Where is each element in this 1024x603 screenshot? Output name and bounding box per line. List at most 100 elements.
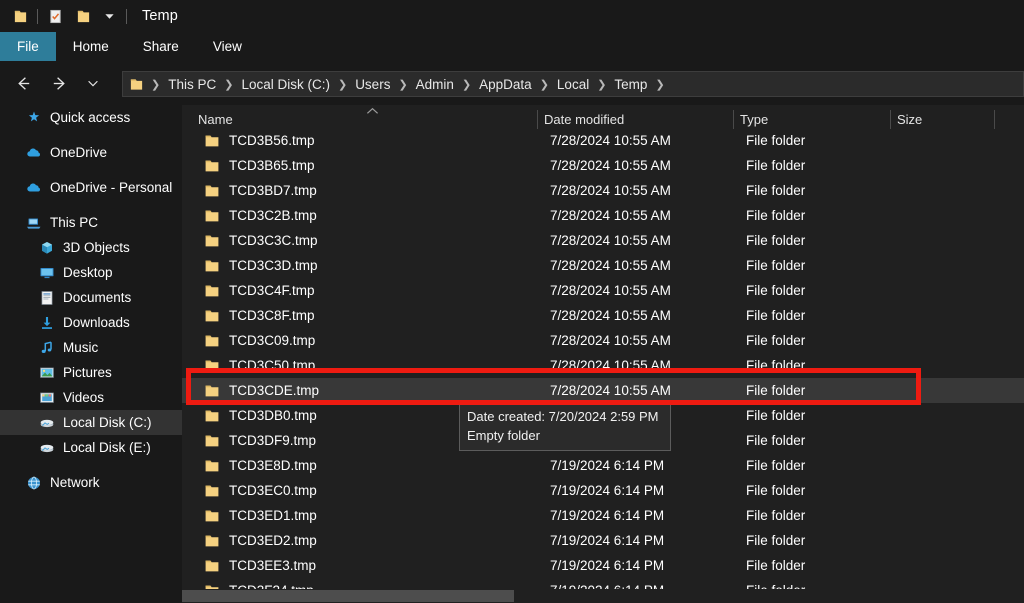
sidebar-item-music[interactable]: Music <box>0 335 182 360</box>
breadcrumb-chevron-2[interactable]: ❯ <box>331 78 354 91</box>
tooltip-empty-folder: Empty folder <box>467 426 663 445</box>
table-row[interactable]: TCD3C09.tmp 7/28/2024 10:55 AM File folder <box>182 328 1024 353</box>
sidebar-item-downloads[interactable]: Downloads <box>0 310 182 335</box>
table-row[interactable]: TCD3E8D.tmp7/19/2024 6:14 PMFile folder <box>182 453 1024 478</box>
table-row[interactable]: TCD3ED2.tmp7/19/2024 6:14 PMFile folder <box>182 528 1024 553</box>
breadcrumb-appdata[interactable]: AppData <box>478 77 533 92</box>
table-row[interactable]: TCD3C3D.tmp 7/28/2024 10:55 AM File folder <box>182 253 1024 278</box>
cell-date-modified: 7/28/2024 10:55 AM <box>550 158 671 173</box>
column-divider-2[interactable] <box>733 110 734 129</box>
tab-file[interactable]: File <box>0 32 56 61</box>
cell-date-modified: 7/28/2024 10:55 AM <box>550 358 671 373</box>
tab-view-label: View <box>213 39 242 54</box>
file-name-label: TCD3E8D.tmp <box>229 458 317 473</box>
sort-ascending-caret[interactable] <box>366 107 379 115</box>
table-row[interactable]: TCD3C3C.tmp7/28/2024 10:55 AMFile folder <box>182 228 1024 253</box>
file-name-label: TCD3BD7.tmp <box>229 183 317 198</box>
cell-type: File folder <box>746 333 805 348</box>
table-row[interactable]: TCD3C8F.tmp7/28/2024 10:55 AMFile folder <box>182 303 1024 328</box>
file-name-label: TCD3ED1.tmp <box>229 508 317 523</box>
breadcrumb-chevron-3[interactable]: ❯ <box>391 78 414 91</box>
sidebar-item-videos[interactable]: Videos <box>0 385 182 410</box>
breadcrumb-local-disk-c[interactable]: Local Disk (C:) <box>240 77 331 92</box>
sidebar-item-local-disk-e[interactable]: Local Disk (E:) <box>0 435 182 460</box>
cell-name: TCD3C3C.tmp <box>204 233 318 249</box>
nav-group-spacer <box>0 165 182 175</box>
sidebar-item-quick-access[interactable]: Quick access <box>0 105 182 130</box>
breadcrumb-admin[interactable]: Admin <box>415 77 455 92</box>
breadcrumb-chevron-6[interactable]: ❯ <box>590 78 613 91</box>
cell-date-modified: 7/28/2024 10:55 AM <box>550 333 671 348</box>
address-bar[interactable]: ❯ This PC ❯ Local Disk (C:) ❯ Users ❯ Ad… <box>122 71 1024 97</box>
cell-date-modified: 7/28/2024 10:55 AM <box>550 258 671 273</box>
sidebar-item-onedrive-personal[interactable]: OneDrive - Personal <box>0 175 182 200</box>
horizontal-scrollbar[interactable] <box>182 589 1024 603</box>
cell-date-modified: 7/28/2024 10:55 AM <box>550 283 671 298</box>
sidebar-item-3d-objects[interactable]: 3D Objects <box>0 235 182 260</box>
chevron-down-icon[interactable] <box>78 68 108 98</box>
tab-share[interactable]: Share <box>126 32 196 61</box>
breadcrumb-chevron-4[interactable]: ❯ <box>455 78 478 91</box>
breadcrumb-this-pc[interactable]: This PC <box>167 77 217 92</box>
tab-home[interactable]: Home <box>56 32 126 61</box>
cell-name: TCD3CDE.tmp <box>204 383 319 399</box>
horizontal-scrollbar-thumb[interactable] <box>182 590 514 602</box>
sidebar-item-pictures[interactable]: Pictures <box>0 360 182 385</box>
table-row[interactable]: TCD3ED1.tmp7/19/2024 6:14 PMFile folder <box>182 503 1024 528</box>
column-header-date-modified[interactable]: Date modified <box>544 105 624 134</box>
column-divider-4[interactable] <box>994 110 995 129</box>
computer-icon <box>25 214 43 231</box>
table-row[interactable]: TCD3C4F.tmp 7/28/2024 10:55 AM File folder <box>182 278 1024 303</box>
ribbon-tab-bar: File Home Share View <box>0 32 1024 61</box>
file-name-label: TCD3C4F.tmp <box>229 283 315 298</box>
breadcrumb-temp[interactable]: Temp <box>613 77 648 92</box>
cell-type: File folder <box>746 258 805 273</box>
table-row[interactable]: TCD3BD7.tmp7/28/2024 10:55 AMFile folder <box>182 178 1024 203</box>
sidebar-item-label: Pictures <box>63 365 112 380</box>
sidebar-item-desktop[interactable]: Desktop <box>0 260 182 285</box>
tab-view[interactable]: View <box>196 32 259 61</box>
column-header-type[interactable]: Type <box>740 105 768 134</box>
file-explorer-window: Temp File Home Share View <box>0 0 1024 603</box>
breadcrumb-chevron-0[interactable]: ❯ <box>144 78 167 91</box>
table-row[interactable]: TCD3B65.tmp7/28/2024 10:55 AMFile folder <box>182 153 1024 178</box>
breadcrumb-users[interactable]: Users <box>354 77 391 92</box>
sidebar-item-label: Music <box>63 340 98 355</box>
cell-type: File folder <box>746 508 805 523</box>
customize-dropdown-icon[interactable] <box>98 5 120 27</box>
back-arrow-icon[interactable] <box>8 68 38 98</box>
table-row[interactable]: TCD3C50.tmp7/28/2024 10:55 AMFile folder <box>182 353 1024 378</box>
tooltip-date-created: Date created: 7/20/2024 2:59 PM <box>467 407 663 426</box>
sidebar-item-network[interactable]: Network <box>0 470 182 495</box>
column-header-name[interactable]: Name <box>198 105 233 134</box>
file-name-label: TCD3C09.tmp <box>229 333 315 348</box>
sidebar-item-this-pc[interactable]: This PC <box>0 210 182 235</box>
column-header-size[interactable]: Size <box>897 105 922 134</box>
table-row[interactable]: TCD3EC0.tmp7/19/2024 6:14 PMFile folder <box>182 478 1024 503</box>
breadcrumb-chevron-7[interactable]: ❯ <box>648 78 671 91</box>
breadcrumb-chevron-1[interactable]: ❯ <box>217 78 240 91</box>
sidebar-item-label: Desktop <box>63 265 113 280</box>
new-folder-icon[interactable] <box>72 5 94 27</box>
sidebar-item-onedrive[interactable]: OneDrive <box>0 140 182 165</box>
table-row[interactable]: TCD3C2B.tmp7/28/2024 10:55 AMFile folder <box>182 203 1024 228</box>
column-divider-3[interactable] <box>890 110 891 129</box>
breadcrumb-chevron-5[interactable]: ❯ <box>533 78 556 91</box>
tab-home-label: Home <box>73 39 109 54</box>
folder-icon <box>9 5 31 27</box>
file-name-label: TCD3C3D.tmp <box>229 258 318 273</box>
column-divider-1[interactable] <box>537 110 538 129</box>
table-row[interactable]: TCD3EE3.tmp7/19/2024 6:14 PMFile folder <box>182 553 1024 578</box>
sidebar-item-label: Quick access <box>50 110 130 125</box>
breadcrumb-local[interactable]: Local <box>556 77 590 92</box>
forward-arrow-icon[interactable] <box>44 68 74 98</box>
sidebar-item-documents[interactable]: Documents <box>0 285 182 310</box>
table-row-selected[interactable]: TCD3CDE.tmp7/28/2024 10:55 AMFile folder <box>182 378 1024 403</box>
network-icon <box>25 474 43 491</box>
properties-icon[interactable] <box>44 5 66 27</box>
cell-type: File folder <box>746 283 805 298</box>
sidebar-item-local-disk-c[interactable]: Local Disk (C:) <box>0 410 182 435</box>
cell-type: File folder <box>746 133 805 148</box>
cell-type: File folder <box>746 483 805 498</box>
file-name-label: TCD3C3C.tmp <box>229 233 318 248</box>
